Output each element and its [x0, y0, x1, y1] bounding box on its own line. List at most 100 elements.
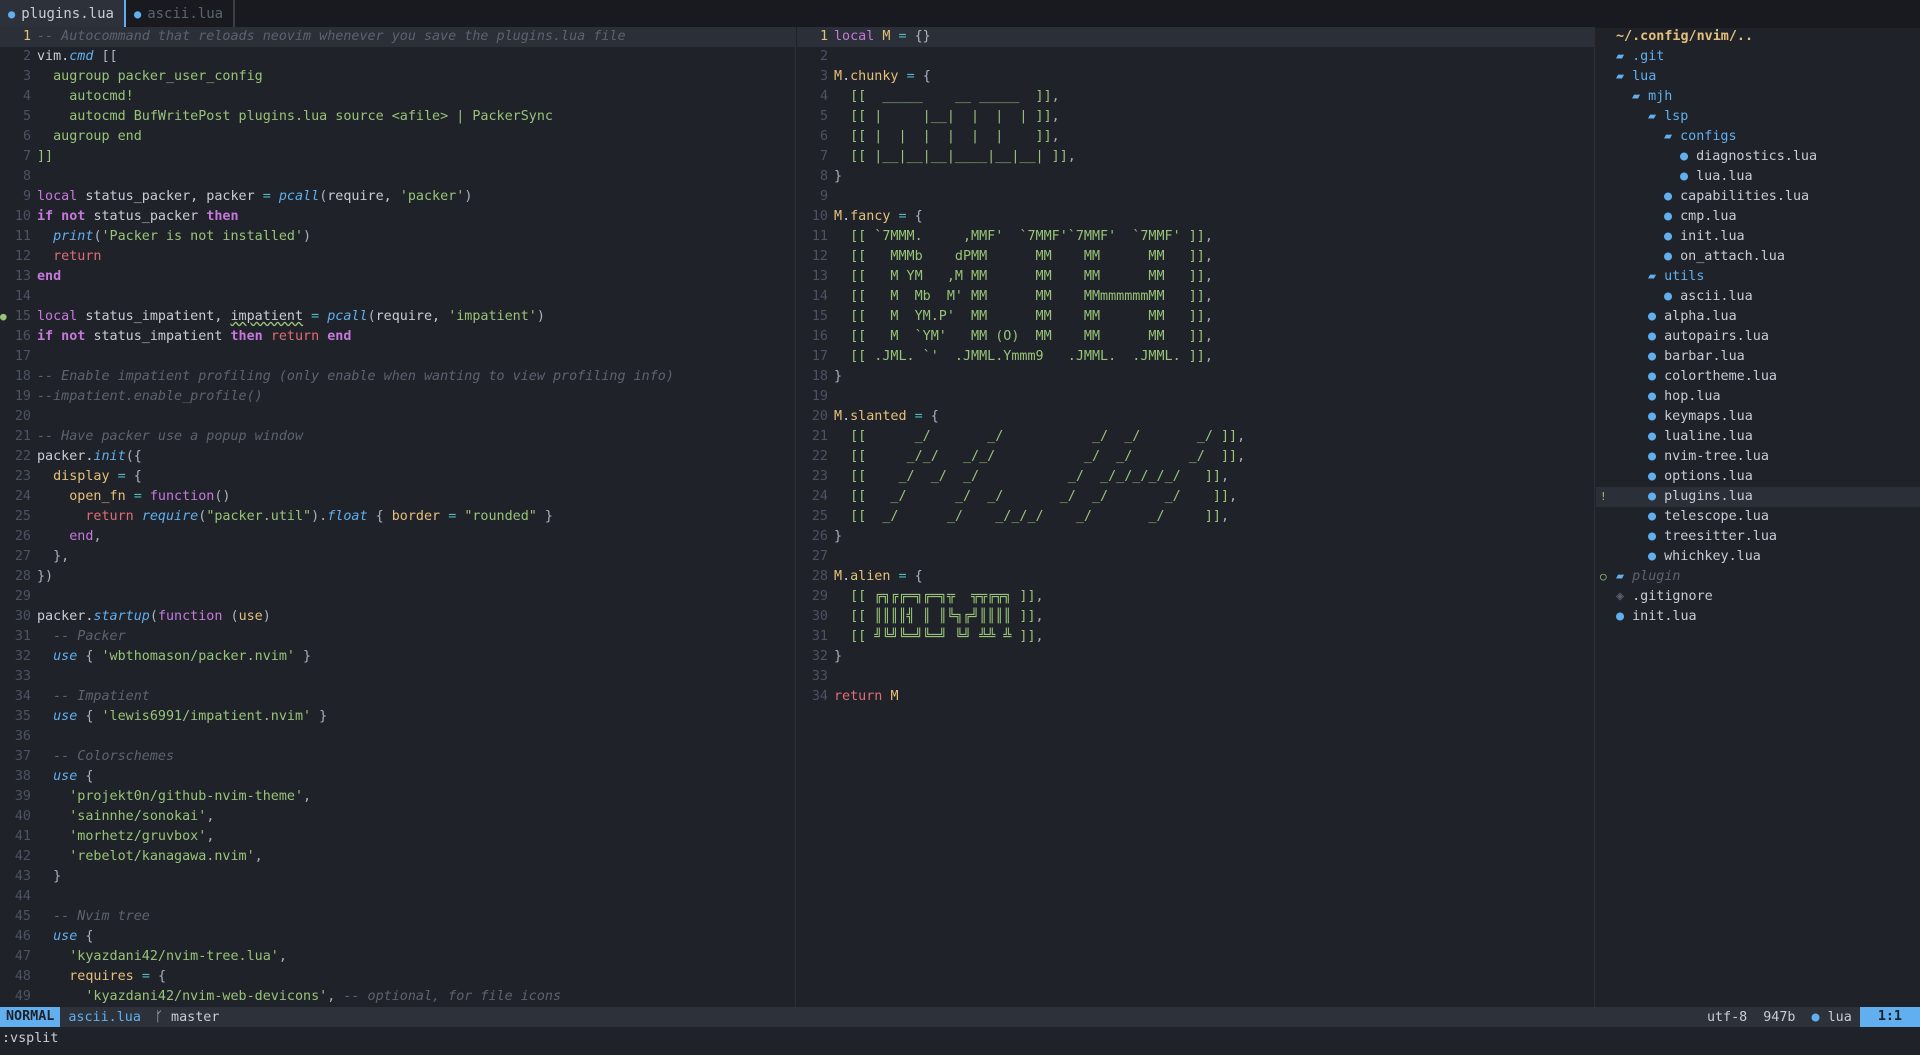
- token: float: [327, 509, 368, 524]
- tree-item-configs[interactable]: ▰ configs: [1596, 127, 1920, 147]
- token: =: [898, 209, 915, 224]
- token: fancy: [850, 209, 899, 224]
- line-number: 7: [22, 149, 31, 164]
- token: -- Colorschemes: [37, 749, 175, 764]
- tree-item-nvim-tree-lua[interactable]: ● nvim-tree.lua: [1596, 447, 1920, 467]
- token: 'sainnhe/sonokai': [37, 809, 207, 824]
- tree-item-treesitter-lua[interactable]: ● treesitter.lua: [1596, 527, 1920, 547]
- tree-label: hop.lua: [1664, 389, 1721, 404]
- code-line: 45 -- Nvim tree: [0, 907, 795, 927]
- editor-pane-plugins[interactable]: 1 -- Autocommand that reloads neovim when…: [0, 27, 796, 1007]
- tree-item--config-nvim-[interactable]: ~/.config/nvim/..: [1596, 27, 1920, 47]
- token: }: [37, 869, 62, 884]
- token: =: [898, 29, 915, 44]
- code-text: use { 'lewis6991/impatient.nvim' }: [37, 709, 327, 724]
- tree-item-autopairs-lua[interactable]: ● autopairs.lua: [1596, 327, 1920, 347]
- tree-item-whichkey-lua[interactable]: ● whichkey.lua: [1596, 547, 1920, 567]
- code-line: 2: [797, 47, 1594, 67]
- line-number: 34: [14, 689, 31, 704]
- code-line: 41 'morhetz/gruvbox',: [0, 827, 795, 847]
- lua-icon: ●: [1664, 189, 1681, 204]
- tree-item-cmp-lua[interactable]: ● cmp.lua: [1596, 207, 1920, 227]
- code-text: 'kyazdani42/nvim-web-devicons', -- optio…: [37, 989, 561, 1004]
- tree-item-alpha-lua[interactable]: ● alpha.lua: [1596, 307, 1920, 327]
- file-tree-pane[interactable]: ~/.config/nvim/.. ▰ .git ▰ lua ▰ mjh ▰ lsp…: [1596, 27, 1920, 1007]
- tree-label: on_attach.lua: [1680, 249, 1785, 264]
- tree-item-init-lua[interactable]: ● init.lua: [1596, 607, 1920, 627]
- tree-item-lua-lua[interactable]: ● lua.lua: [1596, 167, 1920, 187]
- line-number: 27: [14, 549, 31, 564]
- token: [[ ╝╚╝╚═╝╚═╝ ╚╝ ╩╩ ╩ ]]: [834, 629, 1036, 644]
- code-text: [[ M YM.P' MM MM MM MM ]],: [834, 309, 1213, 324]
- code-text: packer.startup(function (use): [37, 609, 271, 624]
- line-number: 34: [811, 689, 828, 704]
- code-text: -- Impatient: [37, 689, 150, 704]
- tree-item--gitignore[interactable]: ◈ .gitignore: [1596, 587, 1920, 607]
- code-line: 24 open_fn = function(): [0, 487, 795, 507]
- editor-pane-ascii[interactable]: 1 local M = {} 2 3 M.chunky = {4 [[ _____ __…: [797, 27, 1595, 1007]
- token: function: [157, 609, 231, 624]
- token: ]]: [37, 149, 54, 164]
- token: status_impatient,: [85, 309, 231, 324]
- code-line: 20 M.slanted = {: [797, 407, 1594, 427]
- tree-item-diagnostics-lua[interactable]: ● diagnostics.lua: [1596, 147, 1920, 167]
- token: return: [834, 689, 891, 704]
- line-number: 26: [14, 529, 31, 544]
- tree-item-telescope-lua[interactable]: ● telescope.lua: [1596, 507, 1920, 527]
- tab-ascii-lua[interactable]: ● ascii.lua: [126, 0, 236, 28]
- tree-item-capabilities-lua[interactable]: ● capabilities.lua: [1596, 187, 1920, 207]
- lua-icon: ●: [1648, 489, 1665, 504]
- code-text: local status_impatient, impatient = pcal…: [37, 309, 545, 324]
- tree-item-on-attach-lua[interactable]: ● on_attach.lua: [1596, 247, 1920, 267]
- tree-item-plugin[interactable]: ○ ▰ plugin: [1596, 567, 1920, 587]
- command-line[interactable]: :vsplit: [0, 1028, 1920, 1050]
- tree-item-keymaps-lua[interactable]: ● keymaps.lua: [1596, 407, 1920, 427]
- tree-item-plugins-lua[interactable]: ! ● plugins.lua: [1596, 487, 1920, 507]
- status-filename: ascii.lua: [68, 1009, 141, 1025]
- tree-item-hop-lua[interactable]: ● hop.lua: [1596, 387, 1920, 407]
- tree-item-lsp[interactable]: ▰ lsp: [1596, 107, 1920, 127]
- token: (): [214, 489, 231, 504]
- tree-item--git[interactable]: ▰ .git: [1596, 47, 1920, 67]
- folder-icon: ▰: [1616, 69, 1633, 84]
- tree-item-mjh[interactable]: ▰ mjh: [1596, 87, 1920, 107]
- git-branch-icon: ᚴ: [154, 1009, 163, 1025]
- lua-icon: ●: [1648, 449, 1665, 464]
- tree-item-ascii-lua[interactable]: ● ascii.lua: [1596, 287, 1920, 307]
- tree-item-lualine-lua[interactable]: ● lualine.lua: [1596, 427, 1920, 447]
- git-status-icon: ○: [1600, 570, 1607, 583]
- tree-item-barbar-lua[interactable]: ● barbar.lua: [1596, 347, 1920, 367]
- token: border: [391, 509, 449, 524]
- tree-item-init-lua[interactable]: ● init.lua: [1596, 227, 1920, 247]
- lua-icon: ●: [1648, 549, 1665, 564]
- token: ,: [1204, 269, 1213, 284]
- line-number: 2: [22, 49, 31, 64]
- git-icon: ◈: [1616, 589, 1633, 604]
- token: -- Packer: [37, 629, 126, 644]
- tree-item-options-lua[interactable]: ● options.lua: [1596, 467, 1920, 487]
- line-number: 11: [14, 229, 31, 244]
- code-line: 20: [0, 407, 795, 427]
- line-number: 4: [819, 89, 828, 104]
- token: return: [37, 509, 142, 524]
- line-number: 47: [14, 949, 31, 964]
- token: alien: [850, 569, 899, 584]
- tree-label: treesitter.lua: [1664, 529, 1777, 544]
- line-number: 6: [22, 129, 31, 144]
- line-number: 19: [811, 389, 828, 404]
- tree-label: nvim-tree.lua: [1664, 449, 1769, 464]
- code-line: 8: [0, 167, 795, 187]
- tree-item-lua[interactable]: ▰ lua: [1596, 67, 1920, 87]
- line-number: 27: [811, 549, 828, 564]
- line-number: 41: [14, 829, 31, 844]
- token: [[ | | | | | | ]]: [834, 129, 1052, 144]
- tab-plugins-lua[interactable]: ● plugins.lua: [0, 0, 126, 28]
- tree-item-colortheme-lua[interactable]: ● colortheme.lua: [1596, 367, 1920, 387]
- code-text: M.fancy = {: [834, 209, 923, 224]
- folder-icon: ▰: [1632, 89, 1649, 104]
- tree-item-utils[interactable]: ▰ utils: [1596, 267, 1920, 287]
